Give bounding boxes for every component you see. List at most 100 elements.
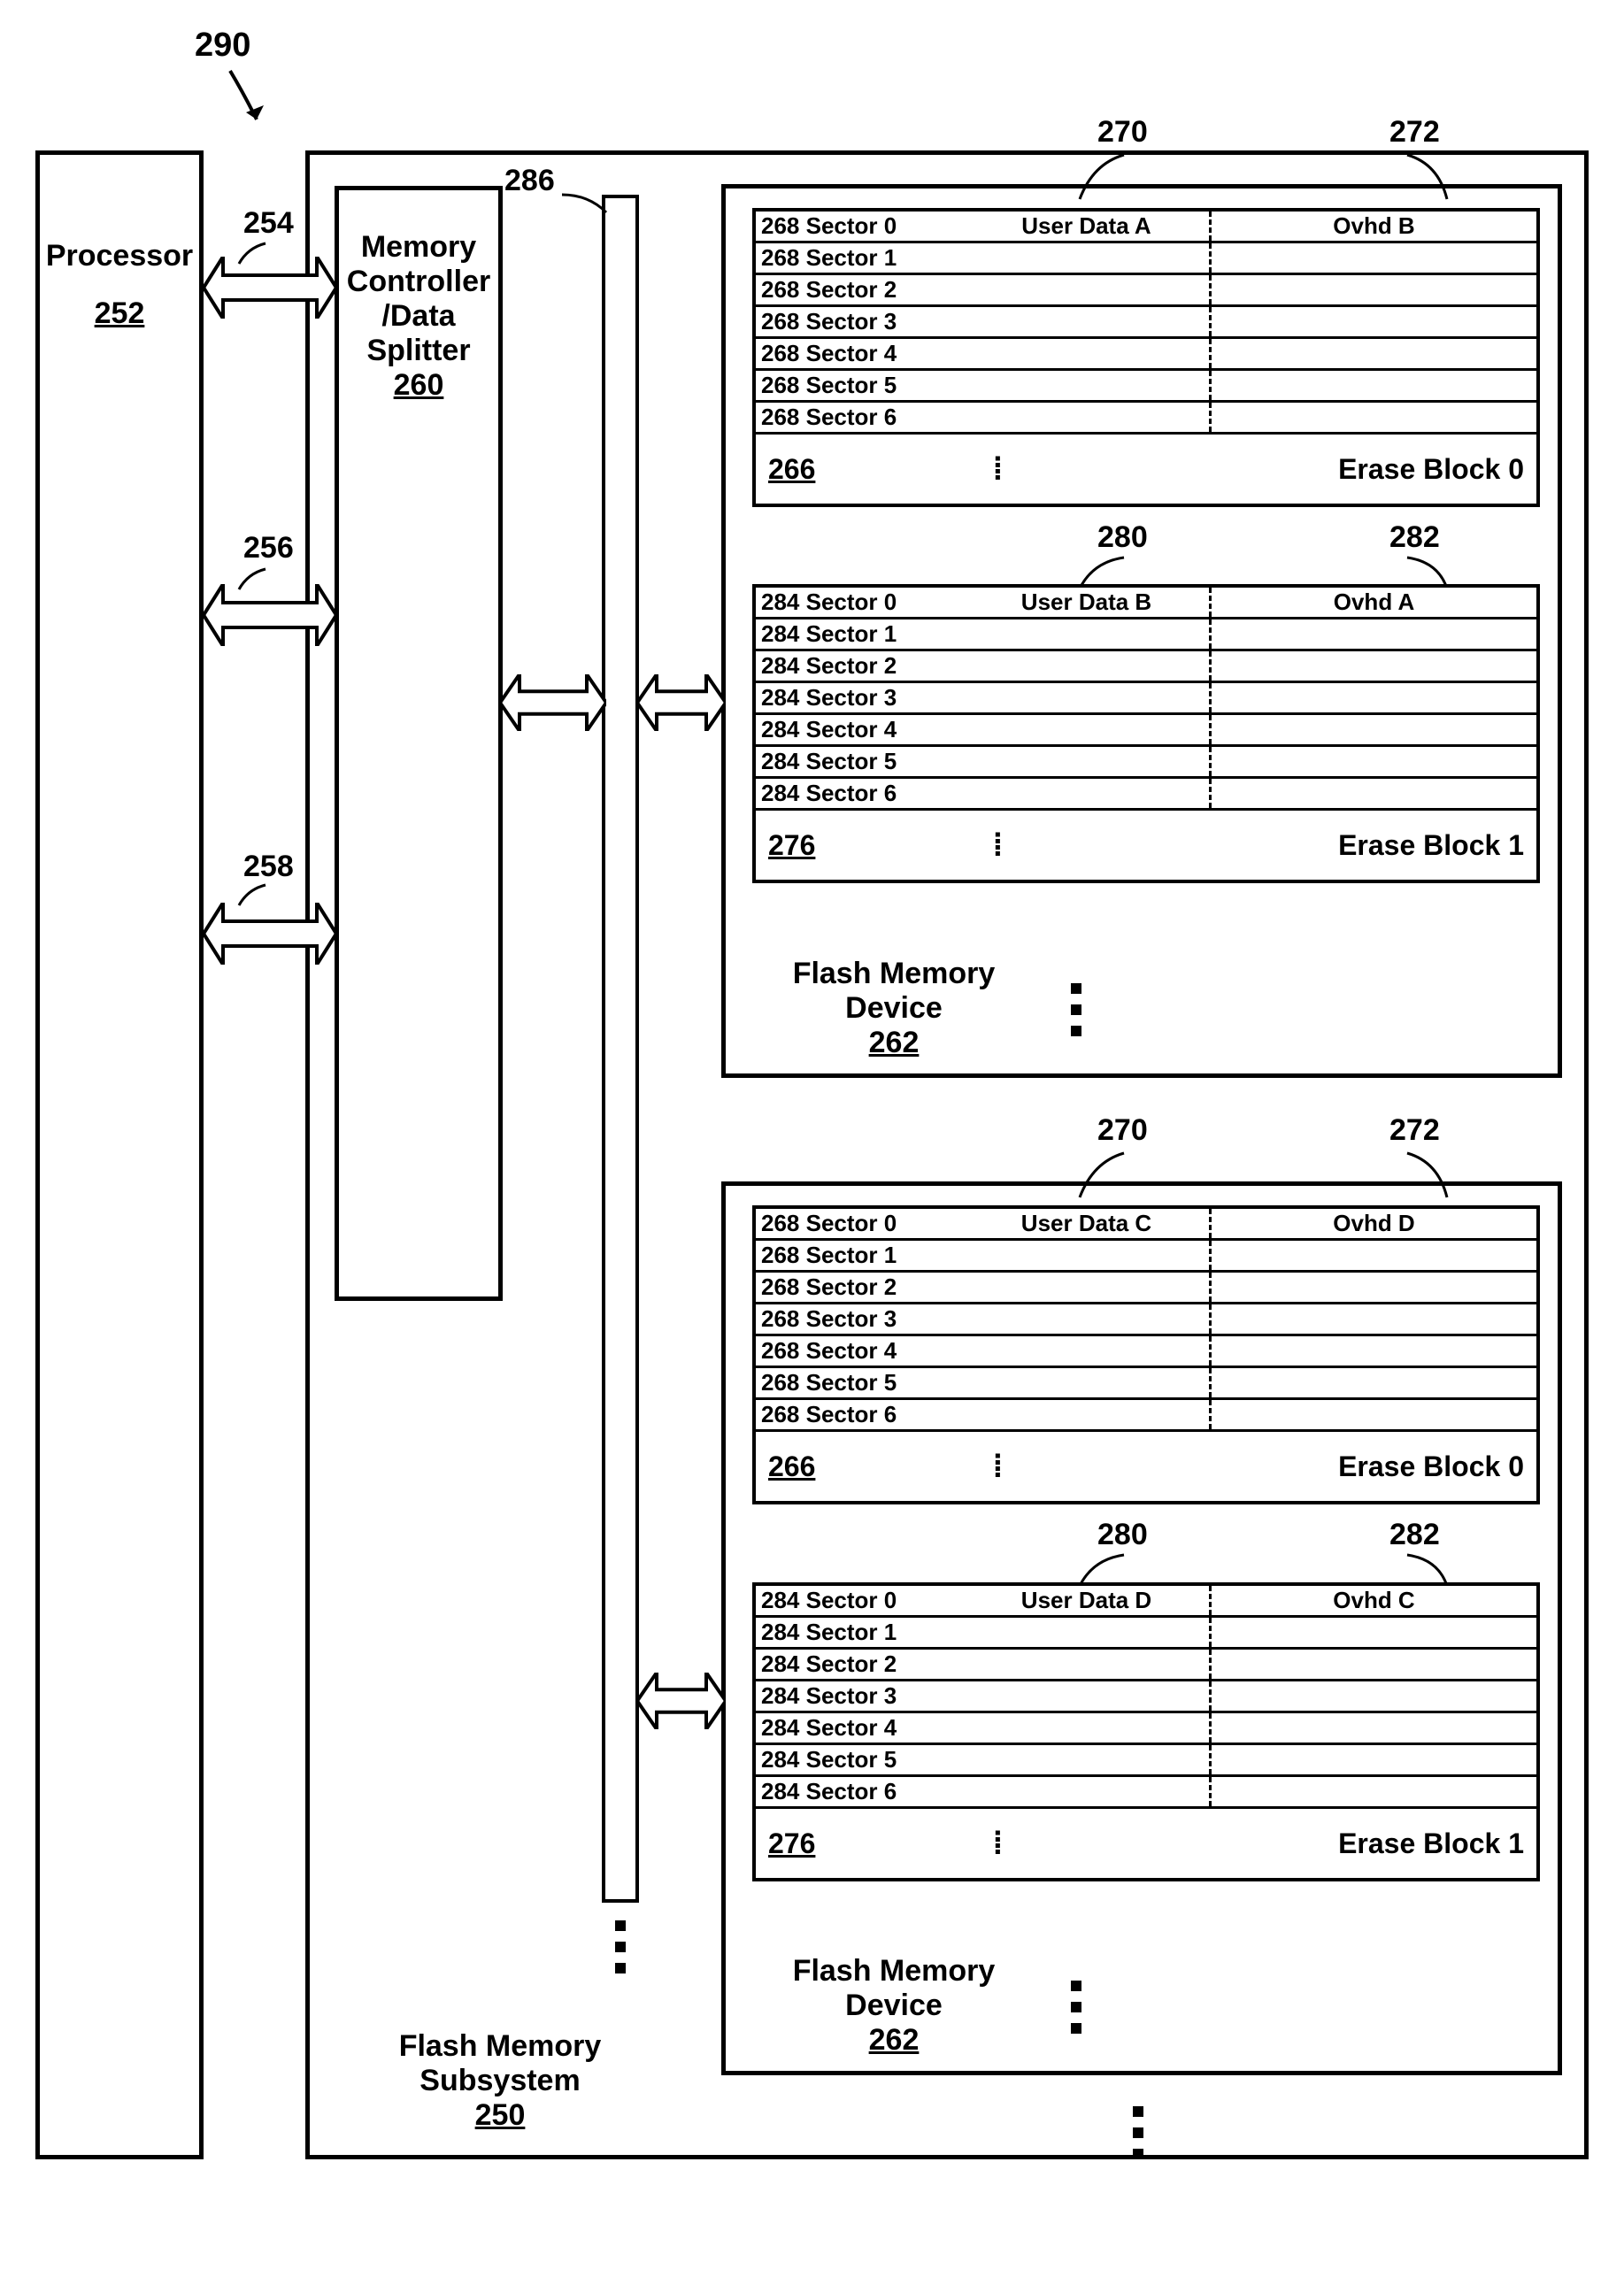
sector-ovhd: Ovhd C: [1212, 1587, 1536, 1614]
device1-label: Flash Memory Device 262: [752, 957, 1035, 1060]
ctrl-l3: /Data: [381, 299, 455, 333]
sector-row: 268 Sector 2: [756, 1273, 1536, 1304]
ctrl-l1: Memory: [361, 230, 476, 264]
dev2-l2: Device: [845, 1989, 943, 2022]
sector-user: [964, 1400, 1212, 1429]
sector-user: User Data B: [964, 588, 1212, 617]
col-ovhd2-ref-d2: 282: [1389, 1518, 1440, 1552]
sector-row: 284 Sector 0User Data DOvhd C: [756, 1586, 1536, 1618]
sector-id: 268 Sector 2: [756, 276, 964, 304]
sector-row: 268 Sector 0User Data COvhd D: [756, 1209, 1536, 1241]
eb-ref: 276: [768, 1827, 815, 1860]
sector-user: [964, 1241, 1212, 1270]
sector-user: [964, 1368, 1212, 1397]
vdots-icon: ⁞: [992, 1448, 1000, 1485]
sector-ovhd: Ovhd D: [1212, 1210, 1536, 1237]
sector-row: 284 Sector 2: [756, 651, 1536, 683]
sector-user: User Data A: [964, 212, 1212, 241]
bidir-arrow-icon: [204, 584, 336, 628]
sector-row: 284 Sector 1: [756, 1618, 1536, 1650]
sector-user: [964, 403, 1212, 432]
sector-id: 284 Sector 5: [756, 1746, 964, 1773]
lead-line-icon: [558, 173, 611, 217]
eb-title: Erase Block 1: [1338, 829, 1524, 862]
processor-block: Processor 252: [35, 150, 204, 2159]
sector-row: 268 Sector 6: [756, 403, 1536, 435]
erase-block-table: 284 Sector 0User Data BOvhd A 284 Sector …: [752, 584, 1540, 883]
sector-row: 284 Sector 5: [756, 1745, 1536, 1777]
system-diagram: 290 Processor 252 Flash Memory Subsystem…: [35, 35, 1589, 2248]
eb-title: Erase Block 1: [1338, 1827, 1524, 1860]
sector-id: 284 Sector 6: [756, 780, 964, 807]
subsystem-label: Flash Memory Subsystem 250: [345, 2029, 655, 2133]
sector-id: 268 Sector 1: [756, 244, 964, 272]
sector-user: [964, 1681, 1212, 1711]
controller-block: Memory Controller /Data Splitter 260: [335, 186, 503, 1301]
subsystem-ref: 250: [475, 2098, 526, 2132]
sector-id: 268 Sector 0: [756, 1210, 964, 1237]
sector-id: 268 Sector 4: [756, 340, 964, 367]
lead-icon: [1075, 1149, 1128, 1202]
sector-ovhd: Ovhd A: [1212, 589, 1536, 616]
eb-ref: 266: [768, 453, 815, 486]
sector-row: 284 Sector 3: [756, 683, 1536, 715]
sector-user: [964, 779, 1212, 808]
sector-row: 268 Sector 6: [756, 1400, 1536, 1432]
eb-ref: 276: [768, 829, 815, 862]
bus3-ref: 258: [243, 850, 294, 884]
dev2-ref: 262: [869, 2023, 920, 2057]
vdots-icon: [1071, 1981, 1081, 2034]
sector-id: 268 Sector 6: [756, 1401, 964, 1428]
vdots-icon: [1133, 2106, 1143, 2159]
arrow-icon: [221, 66, 274, 137]
sector-row: 268 Sector 3: [756, 1304, 1536, 1336]
col-user-ref: 270: [1097, 115, 1148, 150]
sector-id: 284 Sector 6: [756, 1778, 964, 1805]
sector-id: 268 Sector 4: [756, 1337, 964, 1365]
sector-user: [964, 1273, 1212, 1302]
device2-label: Flash Memory Device 262: [752, 1954, 1035, 2058]
sector-user: [964, 1304, 1212, 1334]
sector-row: 284 Sector 4: [756, 715, 1536, 747]
dev2-l1: Flash Memory: [793, 1954, 996, 1988]
sector-user: [964, 683, 1212, 712]
erase-block-footer: 276⁞Erase Block 1: [756, 811, 1536, 880]
sector-id: 268 Sector 3: [756, 1305, 964, 1333]
sector-id: 268 Sector 5: [756, 1369, 964, 1396]
vdots-icon: ⁞: [992, 450, 1000, 488]
erase-block-table: 268 Sector 0User Data AOvhd B268 Sector …: [752, 208, 1540, 507]
sector-row: 268 Sector 5: [756, 1368, 1536, 1400]
col-user2-ref: 280: [1097, 520, 1148, 555]
sector-row: 268 Sector 4: [756, 1336, 1536, 1368]
dev1-l1: Flash Memory: [793, 957, 996, 990]
bus-ref: 286: [504, 164, 555, 198]
bidir-arrow-icon: [637, 674, 726, 719]
sector-row: 268 Sector 1: [756, 243, 1536, 275]
sector-user: [964, 1713, 1212, 1743]
sector-user: [964, 1336, 1212, 1366]
sector-row: 284 Sector 6: [756, 1777, 1536, 1809]
sector-user: [964, 651, 1212, 681]
sector-id: 284 Sector 0: [756, 1587, 964, 1614]
dev1-l2: Device: [845, 991, 943, 1025]
bus2-ref: 256: [243, 531, 294, 565]
subsystem-l1: Flash Memory: [399, 2029, 602, 2063]
sector-id: 284 Sector 0: [756, 589, 964, 616]
sector-row: 268 Sector 1: [756, 1241, 1536, 1273]
sector-id: 268 Sector 0: [756, 212, 964, 240]
sector-id: 268 Sector 2: [756, 1273, 964, 1301]
sector-id: 284 Sector 1: [756, 620, 964, 648]
erase-block-footer: 266⁞Erase Block 0: [756, 435, 1536, 504]
sector-id: 268 Sector 3: [756, 308, 964, 335]
sector-id: 284 Sector 4: [756, 716, 964, 743]
sector-row: 268 Sector 3: [756, 307, 1536, 339]
sector-row: 284 Sector 2: [756, 1650, 1536, 1681]
erase-block-table: 268 Sector 0User Data COvhd D268 Sector …: [752, 1205, 1540, 1504]
col-ovhd2-ref: 282: [1389, 520, 1440, 555]
sector-id: 268 Sector 6: [756, 404, 964, 431]
sector-row: 268 Sector 2: [756, 275, 1536, 307]
lead-icon: [1403, 1149, 1456, 1202]
bidir-arrow-icon: [637, 1673, 726, 1717]
sector-id: 284 Sector 3: [756, 1682, 964, 1710]
sector-user: [964, 747, 1212, 776]
